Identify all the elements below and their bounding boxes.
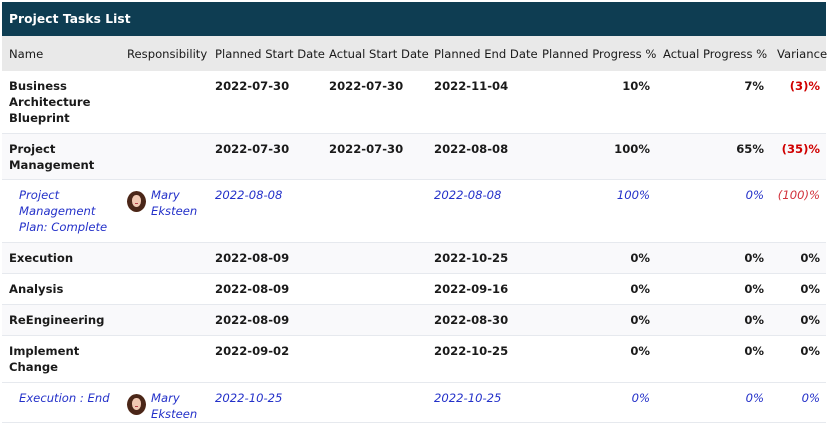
cell-planned-progress: 0% <box>630 281 650 296</box>
column-header-row: Name Responsibility Planned Start Date A… <box>2 36 827 71</box>
cell-planned-end: 2022-11-04 <box>434 79 509 93</box>
cell-planned-start: 2022-08-09 <box>215 281 290 296</box>
project-tasks-panel: Project Tasks List Name Responsibility P… <box>2 2 827 423</box>
cell-actual-start: 2022-07-30 <box>329 141 404 156</box>
cell-variance: 0% <box>800 312 820 327</box>
cell-planned-end: 2022-08-08 <box>434 141 509 156</box>
cell-planned-start: 2022-08-08 <box>215 187 283 202</box>
cell-responsibility <box>120 133 208 179</box>
cell-planned-progress: 0% <box>631 390 650 405</box>
cell-actual-start <box>322 273 427 304</box>
cell-actual-start <box>322 382 427 422</box>
cell-actual-start <box>322 335 427 382</box>
cell-name: Project Management <box>9 141 95 172</box>
cell-responsibility: Mary Eksteen <box>120 179 208 242</box>
cell-name: Execution <box>9 250 74 265</box>
cell-planned-start: 2022-07-30 <box>215 141 290 156</box>
cell-name: Analysis <box>9 281 64 296</box>
cell-planned-end: 2022-09-16 <box>434 281 509 296</box>
cell-responsibility <box>120 71 208 133</box>
table-row[interactable]: Execution : End Mary Eksteen 2022-10-25 … <box>2 382 826 422</box>
cell-planned-start: 2022-10-25 <box>215 390 283 405</box>
table-row[interactable]: Analysis 2022-08-09 2022-09-16 0% 0% 0% <box>2 273 826 304</box>
cell-name: Project Management Plan: Complete <box>19 187 108 234</box>
cell-actual-start <box>322 242 427 273</box>
cell-planned-end: 2022-08-30 <box>434 312 509 327</box>
table-row[interactable]: Business Architecture Blueprint 2022-07-… <box>2 71 826 133</box>
cell-variance: (3)% <box>789 79 820 93</box>
column-header-variance[interactable]: Variance <box>770 36 827 71</box>
cell-planned-start: 2022-07-30 <box>215 79 290 93</box>
column-header-planned-start[interactable]: Planned Start Date <box>208 36 325 71</box>
cell-actual-progress: 7% <box>744 79 764 93</box>
table-row[interactable]: Execution 2022-08-09 2022-10-25 0% 0% 0% <box>2 242 826 273</box>
cell-variance: 0% <box>800 343 820 358</box>
cell-planned-end: 2022-10-25 <box>434 343 509 358</box>
column-header-actual-progress[interactable]: Actual Progress % <box>656 36 770 71</box>
column-header-planned-end[interactable]: Planned End Date <box>427 36 538 71</box>
column-header-responsibility[interactable]: Responsibility <box>120 36 208 71</box>
cell-planned-start: 2022-08-09 <box>215 250 290 265</box>
cell-planned-start: 2022-09-02 <box>215 343 290 358</box>
table-row[interactable]: Project Management 2022-07-30 2022-07-30… <box>2 133 826 179</box>
table-row[interactable]: Project Management Plan: Complete Mary E… <box>2 179 826 242</box>
table-row[interactable]: ReEngineering 2022-08-09 2022-08-30 0% 0… <box>2 304 826 335</box>
user-avatar-icon[interactable] <box>127 190 146 212</box>
cell-planned-progress: 0% <box>630 343 650 358</box>
cell-responsibility <box>120 335 208 382</box>
responsible-person-name[interactable]: Mary Eksteen <box>151 390 204 422</box>
cell-planned-end: 2022-10-25 <box>434 390 502 405</box>
cell-actual-start: 2022-07-30 <box>329 79 404 93</box>
cell-name: ReEngineering <box>9 312 105 327</box>
cell-actual-progress: 0% <box>744 343 764 358</box>
cell-planned-start: 2022-08-09 <box>215 312 290 327</box>
cell-actual-progress: 0% <box>745 187 764 202</box>
column-header-actual-start[interactable]: Actual Start Date <box>322 36 429 71</box>
cell-planned-progress: 100% <box>614 141 650 156</box>
cell-responsibility <box>120 304 208 335</box>
cell-variance: 0% <box>800 250 820 265</box>
table-row[interactable]: Implement Change 2022-09-02 2022-10-25 0… <box>2 335 826 382</box>
cell-name: Business Architecture Blueprint <box>9 79 91 125</box>
cell-planned-progress: 10% <box>622 79 650 93</box>
user-avatar-icon[interactable] <box>127 393 146 415</box>
cell-actual-progress: 0% <box>744 250 764 265</box>
cell-variance: 0% <box>801 390 820 405</box>
cell-responsibility <box>120 242 208 273</box>
panel-title: Project Tasks List <box>2 2 826 36</box>
cell-actual-progress: 65% <box>736 141 764 156</box>
tasks-table: Name Responsibility Planned Start Date A… <box>2 36 827 423</box>
column-header-name[interactable]: Name <box>2 36 120 71</box>
cell-responsibility <box>120 273 208 304</box>
cell-variance: (35)% <box>781 141 820 156</box>
cell-planned-progress: 100% <box>616 187 650 202</box>
responsible-person-name[interactable]: Mary Eksteen <box>151 187 204 219</box>
cell-planned-progress: 0% <box>630 312 650 327</box>
cell-actual-start <box>322 179 427 242</box>
cell-name: Execution : End <box>19 390 110 405</box>
cell-planned-end: 2022-08-08 <box>434 187 502 202</box>
cell-variance: 0% <box>800 281 820 296</box>
cell-name: Implement Change <box>9 343 80 374</box>
column-header-planned-progress[interactable]: Planned Progress % <box>535 36 656 71</box>
cell-actual-start <box>322 304 427 335</box>
cell-responsibility: Mary Eksteen <box>120 382 208 422</box>
cell-planned-progress: 0% <box>630 250 650 265</box>
cell-actual-progress: 0% <box>745 390 764 405</box>
cell-planned-end: 2022-10-25 <box>434 250 509 265</box>
cell-actual-progress: 0% <box>744 312 764 327</box>
cell-actual-progress: 0% <box>744 281 764 296</box>
cell-variance: (100)% <box>777 187 820 202</box>
